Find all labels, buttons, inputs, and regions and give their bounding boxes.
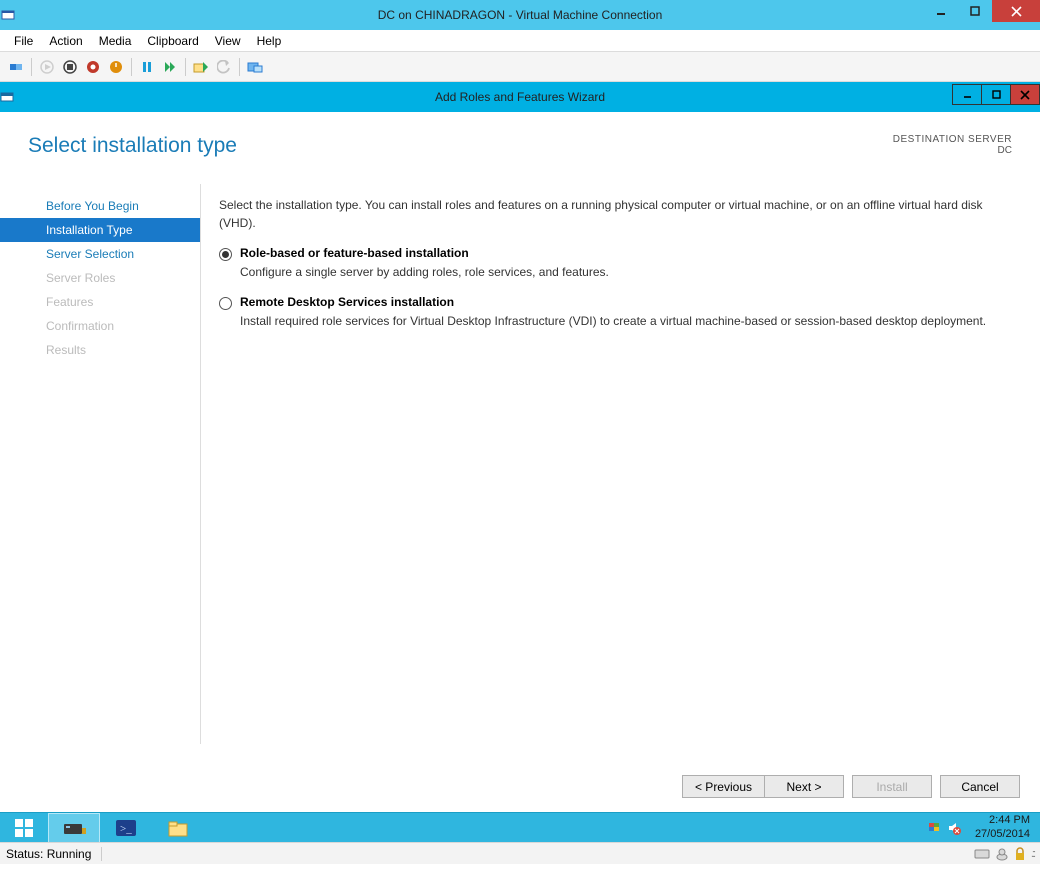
start-button[interactable] <box>0 813 48 843</box>
vm-titlebar: DC on CHINADRAGON - Virtual Machine Conn… <box>0 0 1040 30</box>
minimize-button[interactable] <box>924 0 958 22</box>
wizard-footer: < Previous Next > Install Cancel <box>682 775 1020 798</box>
option-label: Remote Desktop Services installation <box>240 295 454 309</box>
wizard-body: Select installation type DESTINATION SER… <box>0 112 1040 812</box>
wizard-window-controls <box>953 84 1040 105</box>
menu-action[interactable]: Action <box>41 32 90 50</box>
reset-icon[interactable] <box>159 56 181 78</box>
vm-guest-area: Add Roles and Features Wizard Select ins… <box>0 82 1040 842</box>
destination-label: DESTINATION SERVER <box>893 134 1012 145</box>
shutdown-icon[interactable] <box>82 56 104 78</box>
nav-features: Features <box>0 290 200 314</box>
tray-volume-icon[interactable] <box>947 821 961 835</box>
turnoff-icon[interactable] <box>59 56 81 78</box>
vm-status-text: Status: Running <box>6 847 91 861</box>
wizard-minimize-button[interactable] <box>952 84 982 105</box>
nav-results: Results <box>0 338 200 362</box>
page-title: Select installation type <box>28 134 237 158</box>
radio-icon[interactable] <box>219 248 232 261</box>
taskbar-server-manager[interactable] <box>48 813 100 843</box>
menubar: File Action Media Clipboard View Help <box>0 30 1040 52</box>
wizard-nav: Before You Begin Installation Type Serve… <box>0 184 200 744</box>
option-desc: Configure a single server by adding role… <box>240 264 1014 281</box>
toolbar-separator <box>131 58 132 76</box>
nav-before-you-begin[interactable]: Before You Begin <box>0 194 200 218</box>
toolbar-separator <box>185 58 186 76</box>
previous-button[interactable]: < Previous <box>682 775 764 798</box>
install-button: Install <box>852 775 932 798</box>
checkpoint-icon[interactable] <box>190 56 212 78</box>
toolbar-separator <box>31 58 32 76</box>
revert-icon[interactable] <box>213 56 235 78</box>
maximize-button[interactable] <box>958 0 992 22</box>
next-button[interactable]: Next > <box>764 775 844 798</box>
tray-flag-icon[interactable] <box>927 821 941 835</box>
wizard-titlebar: Add Roles and Features Wizard <box>0 82 1040 112</box>
svg-text:>_: >_ <box>120 823 132 835</box>
wizard-intro-text: Select the installation type. You can in… <box>219 196 1014 232</box>
server-manager-icon <box>0 90 24 104</box>
option-desc: Install required role services for Virtu… <box>240 313 1014 330</box>
start-icon[interactable] <box>36 56 58 78</box>
tray-date: 27/05/2014 <box>975 828 1030 841</box>
menu-view[interactable]: View <box>207 32 249 50</box>
option-remote-desktop[interactable]: Remote Desktop Services installation Ins… <box>219 295 1014 330</box>
tray-clock[interactable]: 2:44 PM 27/05/2014 <box>969 814 1040 840</box>
destination-server-box: DESTINATION SERVER DC <box>893 134 1012 156</box>
nav-confirmation: Confirmation <box>0 314 200 338</box>
nav-server-roles: Server Roles <box>0 266 200 290</box>
taskbar-explorer[interactable] <box>152 813 204 843</box>
menu-file[interactable]: File <box>6 32 41 50</box>
close-button[interactable] <box>992 0 1040 22</box>
destination-value: DC <box>893 145 1012 156</box>
vm-window-controls <box>924 0 1040 22</box>
ctrl-alt-del-icon[interactable] <box>5 56 27 78</box>
wizard-close-button[interactable] <box>1010 84 1040 105</box>
toolbar-separator <box>239 58 240 76</box>
option-label: Role-based or feature-based installation <box>240 246 469 260</box>
status-keyboard-icon <box>995 847 1009 861</box>
taskbar-powershell[interactable]: >_ <box>100 813 152 843</box>
menu-media[interactable]: Media <box>91 32 140 50</box>
guest-taskbar: >_ 2:44 PM 27/05/2014 <box>0 812 1040 842</box>
nav-server-selection[interactable]: Server Selection <box>0 242 200 266</box>
system-tray: 2:44 PM 27/05/2014 <box>919 813 1040 843</box>
vm-toolbar <box>0 52 1040 82</box>
status-disk-icon <box>974 847 990 861</box>
wizard-title: Add Roles and Features Wizard <box>0 90 1040 104</box>
resize-grip-icon[interactable]: .:: <box>1031 848 1034 860</box>
option-role-based[interactable]: Role-based or feature-based installation… <box>219 246 1014 281</box>
vm-window-title: DC on CHINADRAGON - Virtual Machine Conn… <box>0 8 1040 22</box>
pause-icon[interactable] <box>136 56 158 78</box>
cancel-button[interactable]: Cancel <box>940 775 1020 798</box>
wizard-maximize-button[interactable] <box>981 84 1011 105</box>
menu-clipboard[interactable]: Clipboard <box>139 32 206 50</box>
tray-time: 2:44 PM <box>975 814 1030 827</box>
wizard-main: Select the installation type. You can in… <box>200 184 1040 744</box>
vm-app-icon <box>0 7 28 23</box>
nav-installation-type[interactable]: Installation Type <box>0 218 200 242</box>
vm-status-bar: Status: Running .:: <box>0 842 1040 864</box>
radio-icon[interactable] <box>219 297 232 310</box>
status-lock-icon <box>1014 847 1026 861</box>
menu-help[interactable]: Help <box>249 32 290 50</box>
enhanced-session-icon[interactable] <box>244 56 266 78</box>
save-icon[interactable] <box>105 56 127 78</box>
